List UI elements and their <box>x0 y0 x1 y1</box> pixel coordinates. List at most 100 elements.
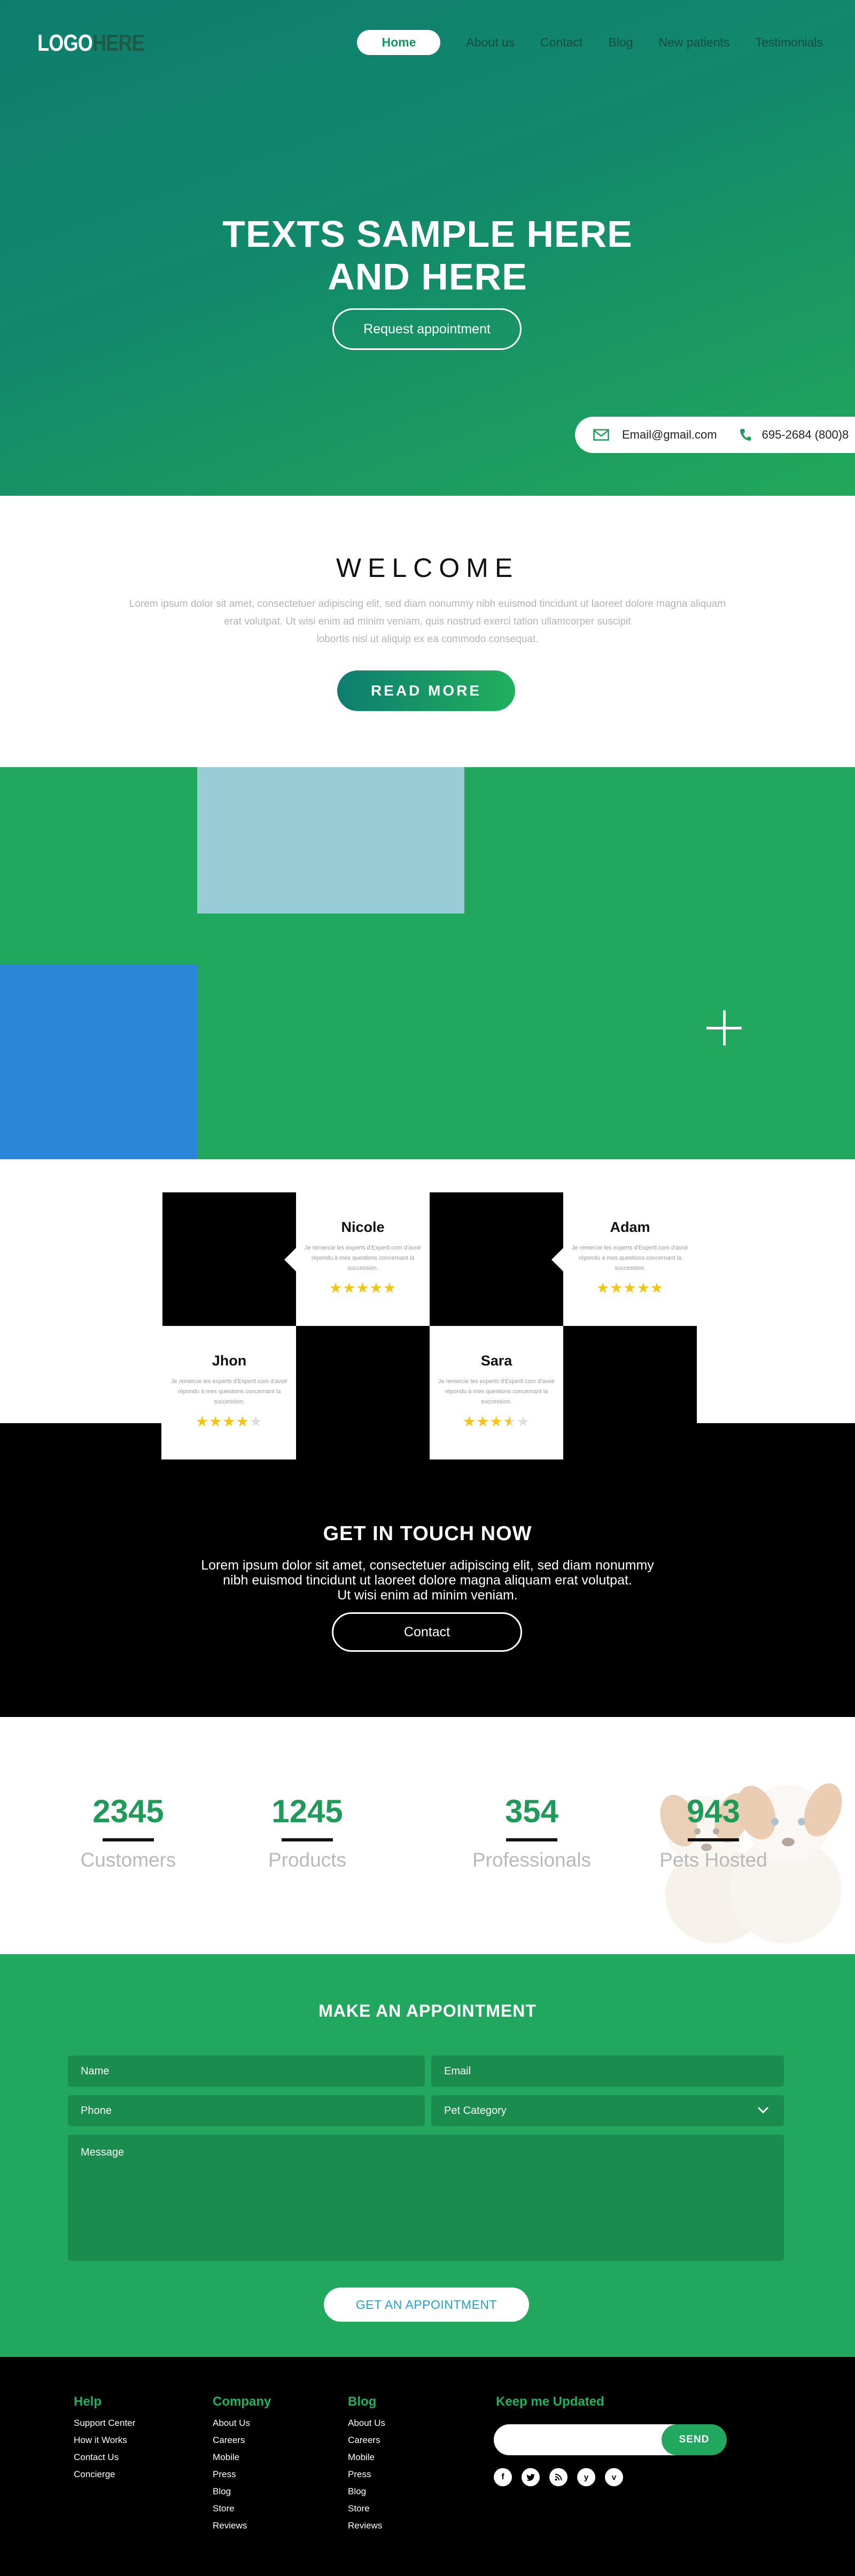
stat-customers: 2345 Customers <box>48 1793 208 1871</box>
contact-info-pill: Email@gmail.com 695-2684 (800)8 <box>575 417 855 453</box>
stat-value: 943 <box>686 1793 741 1829</box>
stat-label: Professionals <box>472 1849 592 1871</box>
hero-section: LOGOHERE Home About us Contact Blog New … <box>0 0 855 496</box>
photo-placeholder <box>430 1192 563 1326</box>
testimonial-name: Adam <box>610 1219 650 1235</box>
vine-icon[interactable]: v <box>605 2468 623 2486</box>
color-blocks-section <box>0 767 855 1159</box>
message-field[interactable]: Message <box>68 2135 784 2261</box>
footer-link[interactable]: About Us <box>213 2415 271 2432</box>
star-rating: ★★★★★ <box>195 1414 263 1430</box>
hero-title-line-2: AND HERE <box>328 256 527 298</box>
phone-text[interactable]: 695-2684 (800)8 <box>762 428 849 442</box>
photo-placeholder <box>296 1326 430 1459</box>
pet-category-select[interactable]: Pet Category <box>431 2095 784 2126</box>
nav-contact[interactable]: Contact <box>540 35 582 50</box>
name-field[interactable]: Name <box>68 2056 425 2087</box>
footer-link[interactable]: Concierge <box>74 2466 135 2483</box>
stat-professionals: 354 Professionals <box>452 1793 612 1871</box>
stat-divider <box>506 1838 557 1841</box>
footer-link[interactable]: Mobile <box>213 2449 271 2466</box>
facebook-icon[interactable]: f <box>494 2468 512 2486</box>
newsletter-title: Keep me Updated <box>496 2394 604 2409</box>
yelp-icon[interactable]: y <box>577 2468 595 2486</box>
welcome-text-line-3: lobortis nisl ut aliquip ex ea commodo c… <box>316 634 539 645</box>
rss-icon[interactable] <box>549 2468 568 2486</box>
testimonial-grid: Nicole Je remercie les experts d'Expertl… <box>161 1191 697 1459</box>
footer-link[interactable]: Store <box>348 2500 385 2517</box>
footer-blog-title: Blog <box>348 2394 377 2409</box>
testimonial-card: Jhon Je remercie les experts d'Expertl.c… <box>162 1326 308 1459</box>
star-rating: ★★★★★ <box>596 1280 664 1296</box>
stat-value: 1245 <box>271 1793 343 1829</box>
footer-link[interactable]: Contact Us <box>74 2449 135 2466</box>
hero-title: TEXTS SAMPLE HERE AND HERE <box>0 213 855 298</box>
request-appointment-button[interactable]: Request appointment <box>332 308 522 350</box>
testimonial-text: Je remercie les experts d'Expertl.com d'… <box>571 1245 689 1271</box>
logo-part-2: HERE <box>92 30 145 56</box>
testimonial-name: Nicole <box>341 1219 385 1235</box>
cta-text-line-3: Ut wisi enim ad minim veniam. <box>337 1588 518 1603</box>
welcome-text: Lorem ipsum dolor sit amet, consectetuer… <box>96 595 759 648</box>
footer-link[interactable]: Careers <box>213 2432 271 2449</box>
read-more-button[interactable]: READ MORE <box>337 670 515 711</box>
footer-link[interactable]: Press <box>213 2466 271 2483</box>
footer-link[interactable]: About Us <box>348 2415 385 2432</box>
footer-company-column: Company About Us Careers Mobile Press Bl… <box>213 2394 271 2534</box>
email-field[interactable]: Email <box>431 2056 784 2087</box>
nav-home[interactable]: Home <box>357 30 441 55</box>
stat-label: Pets Hosted <box>659 1849 767 1871</box>
cta-text: Lorem ipsum dolor sit amet, consectetuer… <box>176 1558 679 1603</box>
email-text[interactable]: Email@gmail.com <box>622 428 717 442</box>
testimonials-section: Nicole Je remercie les experts d'Expertl… <box>0 1159 855 1717</box>
phone-field[interactable]: Phone <box>68 2095 425 2126</box>
welcome-section: WELCOME Lorem ipsum dolor sit amet, cons… <box>0 496 855 767</box>
twitter-icon[interactable] <box>522 2468 540 2486</box>
nav-about-us[interactable]: About us <box>466 35 515 50</box>
main-nav: Home About us Contact Blog New patients … <box>357 30 823 55</box>
contact-button[interactable]: Contact <box>332 1612 522 1652</box>
photo-placeholder <box>563 1326 697 1459</box>
get-appointment-button[interactable]: GET AN APPOINTMENT <box>324 2288 529 2322</box>
stat-label: Products <box>268 1849 346 1871</box>
welcome-text-line-2: erat volutpat. Ut wisi enim ad minim ven… <box>224 616 631 627</box>
chevron-down-icon <box>757 2105 769 2117</box>
footer-link[interactable]: Reviews <box>213 2517 271 2534</box>
social-links: f y v <box>494 2468 623 2486</box>
nav-new-patients[interactable]: New patients <box>658 35 729 50</box>
testimonial-card: Sara Je remercie les experts d'Expertl.c… <box>430 1326 575 1459</box>
blue-block <box>0 965 197 1159</box>
footer-blog-column: Blog About Us Careers Mobile Press Blog … <box>348 2394 385 2534</box>
cta-text-line-2: nibh euismod tincidunt ut laoreet dolore… <box>223 1573 632 1588</box>
cta-title: GET IN TOUCH NOW <box>323 1523 532 1545</box>
footer-link[interactable]: Careers <box>348 2432 385 2449</box>
testimonial-card: Nicole Je remercie les experts d'Expertl… <box>284 1192 430 1326</box>
stat-value: 354 <box>504 1793 559 1829</box>
mail-icon <box>592 426 610 444</box>
footer-link[interactable]: Press <box>348 2466 385 2483</box>
logo[interactable]: LOGOHERE <box>37 30 145 57</box>
footer-link[interactable]: How it Works <box>74 2432 135 2449</box>
footer-link[interactable]: Mobile <box>348 2449 385 2466</box>
phone-icon <box>736 426 755 444</box>
stat-divider <box>103 1838 154 1841</box>
footer-help-title: Help <box>74 2394 102 2409</box>
footer-link[interactable]: Blog <box>213 2483 271 2500</box>
nav-testimonials[interactable]: Testimonials <box>755 35 823 50</box>
nav-blog[interactable]: Blog <box>608 35 633 50</box>
footer-link[interactable]: Store <box>213 2500 271 2517</box>
light-blue-block <box>197 767 464 914</box>
appointment-section: MAKE AN APPOINTMENT Name Email Phone Pet… <box>0 1954 855 2357</box>
welcome-text-line-1: Lorem ipsum dolor sit amet, consectetuer… <box>129 598 726 610</box>
stat-divider <box>282 1838 333 1841</box>
testimonial-text: Je remercie les experts d'Expertl.com d'… <box>304 1245 422 1271</box>
footer-link[interactable]: Support Center <box>74 2415 135 2432</box>
send-button[interactable]: SEND <box>662 2424 727 2455</box>
footer-company-title: Company <box>213 2394 271 2409</box>
stat-label: Customers <box>80 1849 176 1871</box>
appointment-title: MAKE AN APPOINTMENT <box>318 2001 537 2020</box>
plus-icon[interactable] <box>706 1010 742 1045</box>
footer-link[interactable]: Blog <box>348 2483 385 2500</box>
footer-link[interactable]: Reviews <box>348 2517 385 2534</box>
stat-pets-hosted: 943 Pets Hosted <box>633 1793 794 1871</box>
